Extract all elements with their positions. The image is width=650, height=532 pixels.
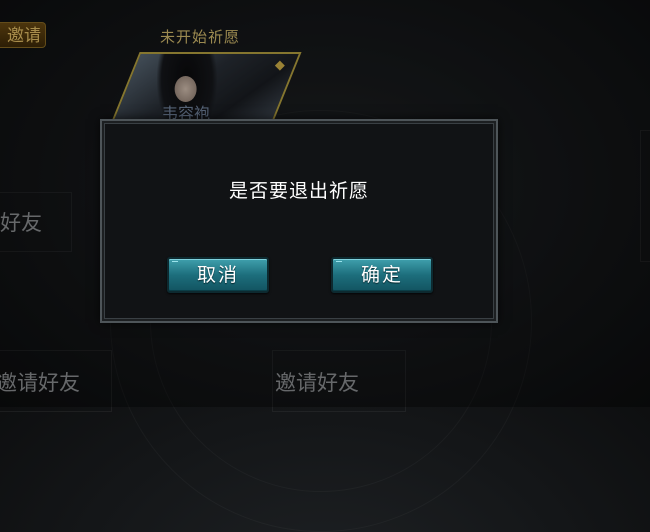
dialog-message: 是否要退出祈愿 [228, 180, 369, 202]
confirm-button-label: 确定 [360, 264, 403, 286]
button-corner-decoration [172, 261, 178, 268]
cancel-button-label: 取消 [196, 264, 239, 286]
button-corner-decoration [336, 261, 342, 268]
exit-wish-dialog: 是否要退出祈愿 取消 确定 [100, 119, 498, 323]
confirm-button[interactable]: 确定 [331, 257, 433, 293]
cancel-button[interactable]: 取消 [167, 257, 269, 293]
